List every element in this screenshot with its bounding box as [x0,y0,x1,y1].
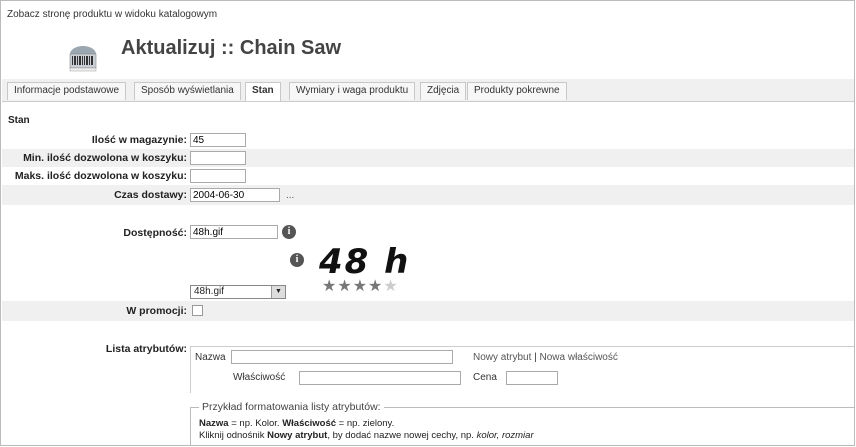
chevron-down-icon: ▼ [271,286,285,298]
star-icon: ★ [352,278,369,295]
tab-photos[interactable]: Zdjęcia [420,82,467,100]
availability-preview-image: 48 h [319,242,411,282]
tab-stock[interactable]: Stan [245,82,281,101]
example-text: Kliknij odnośnik [199,430,268,441]
product-logo-icon [69,46,97,72]
catalog-view-link[interactable]: Zobacz stronę produktu w widoku katalogo… [7,9,217,20]
availability-label: Dostępność: [123,227,187,239]
tab-dimensions-weight[interactable]: Wymiary i waga produktu [289,82,416,100]
attr-prop-input[interactable] [299,371,461,385]
attributes-example-box: Przykład formatowania listy atrybutów: N… [190,401,854,445]
max-cart-input[interactable] [190,169,246,183]
delivery-label: Czas dostawy: [114,189,187,201]
attr-price-input[interactable] [506,371,558,385]
section-title: Stan [8,115,30,126]
example-line-2: Kliknij odnośnik Nowy atrybut, by dodać … [199,430,534,441]
availability-select[interactable]: 48h.gif ▼ [190,285,286,299]
min-cart-label: Min. ilość dozwolona w koszyku: [23,152,187,164]
example-term: Właściwość [282,418,337,429]
example-text: = np. Kolor. [228,418,283,429]
example-term: Nazwa [199,418,229,429]
star-icon: ★ [337,278,353,295]
promo-checkbox[interactable] [192,305,203,316]
star-icon: ★ [322,278,338,295]
example-term: Nowy atrybut [267,430,328,441]
promo-row: W promocji: [2,301,854,321]
attr-name-label: Nazwa [195,352,226,363]
tab-bar: Informacje podstawowe Sposób wyświetlani… [2,79,854,102]
link-separator: | [531,352,540,363]
preview-info-icon[interactable]: i [290,253,304,267]
availability-select-value: 48h.gif [194,286,225,297]
tab-related-products[interactable]: Produkty pokrewne [467,82,567,100]
min-cart-row: Min. ilość dozwolona w koszyku: [2,149,854,167]
star-empty-icon: ★ [383,278,399,295]
example-text: , by dodać nazwe nowej cechy, np. [327,430,477,441]
attributes-label: Lista atrybutów: [105,343,187,355]
new-property-link[interactable]: Nowa właściwość [540,352,618,363]
stock-label: Ilość w magazynie: [91,134,187,146]
attributes-editor: Nazwa Nowy atrybut | Nowa właściwość Wła… [190,346,854,393]
promo-label: W promocji: [126,305,187,317]
date-picker-button[interactable]: ... [286,190,294,201]
availability-info-icon[interactable]: i [282,225,296,239]
stock-row: Ilość w magazynie: [2,131,854,149]
page-title: Aktualizuj :: Chain Saw [121,37,342,59]
max-cart-row: Maks. ilość dozwolona w koszyku: [2,167,854,185]
example-italic: kolor, rozmiar [476,430,534,441]
star-icon: ★ [368,278,384,295]
min-cart-input[interactable] [190,151,246,165]
tab-display-mode[interactable]: Sposób wyświetlania [134,82,241,100]
attr-prop-label: Właściwość [233,372,286,383]
attr-name-input[interactable] [231,350,453,364]
tab-basic-info[interactable]: Informacje podstawowe [7,82,127,100]
stock-input[interactable] [190,133,246,147]
example-text: = np. zielony. [336,418,395,429]
new-attribute-link[interactable]: Nowy atrybut [473,352,531,363]
delivery-row: Czas dostawy: ... [2,185,854,205]
availability-input[interactable] [190,225,278,239]
delivery-date-input[interactable] [190,188,280,202]
example-line-1: Nazwa = np. Kolor. Właściwość = np. ziel… [199,418,394,429]
availability-rating: ★★★★★ [322,279,399,295]
main-panel: Zobacz stronę produktu w widoku katalogo… [0,0,855,446]
attr-price-label: Cena [473,372,497,383]
availability-row: Dostępność: i i [2,205,854,301]
max-cart-label: Maks. ilość dozwolona w koszyku: [14,170,187,182]
attr-links: Nowy atrybut | Nowa właściwość [473,352,618,363]
example-legend: Przykład formatowania listy atrybutów: [199,401,384,413]
